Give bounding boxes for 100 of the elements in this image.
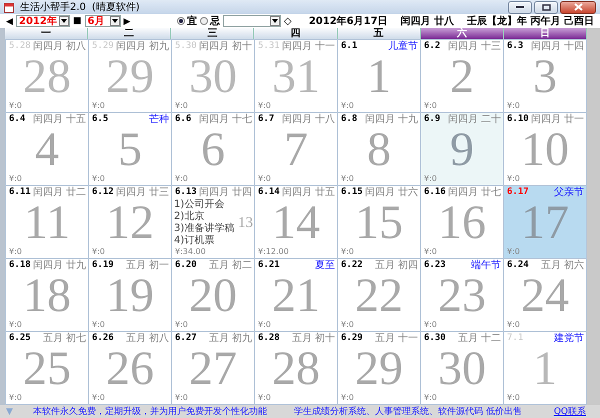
lunar-date: 闰四月 初九 bbox=[116, 41, 169, 52]
money-amount: ¥:0 bbox=[8, 393, 23, 404]
day-number: 17 bbox=[521, 201, 569, 245]
money-amount: ¥:0 bbox=[8, 320, 23, 331]
date-label: 6.15 bbox=[341, 187, 363, 197]
ganzhi-date: 壬辰【龙】年 丙午月 己酉日 bbox=[467, 14, 594, 28]
day-number: 29 bbox=[355, 347, 403, 391]
money-amount: ¥:0 bbox=[91, 393, 106, 404]
day-number: 13 bbox=[238, 215, 253, 231]
lunar-date: 闰四月 初八 bbox=[32, 41, 86, 52]
money-amount: ¥:12.00 bbox=[257, 247, 290, 258]
money-amount: ¥:0 bbox=[340, 247, 355, 258]
memo-text: 2)北京 bbox=[174, 211, 206, 222]
money-amount: ¥:0 bbox=[423, 393, 438, 404]
festival-label: 端午节 bbox=[471, 260, 501, 271]
lunar-date: 五月 初二 bbox=[208, 260, 252, 271]
date-label: 6.12 bbox=[92, 187, 114, 197]
lunar-date: 闰四月 廿七 bbox=[448, 187, 501, 198]
lunar-date: 五月 初一 bbox=[126, 260, 169, 271]
date-label: 6.21 bbox=[258, 260, 280, 270]
date-label: 6.16 bbox=[424, 187, 446, 197]
day-number: 31 bbox=[272, 55, 320, 99]
lunar-date: 五月 初八 bbox=[126, 333, 169, 344]
lunar-date: 五月 初七 bbox=[42, 333, 86, 344]
day-number: 1 bbox=[367, 55, 391, 99]
day-number: 24 bbox=[521, 274, 569, 318]
money-amount: ¥:0 bbox=[257, 320, 272, 331]
day-number: 28 bbox=[272, 347, 320, 391]
day-number: 8 bbox=[367, 128, 391, 172]
day-number: 26 bbox=[106, 347, 154, 391]
day-number: 3 bbox=[533, 55, 557, 99]
date-label: 6.20 bbox=[175, 260, 197, 270]
money-amount: ¥:0 bbox=[423, 101, 438, 112]
day-number: 30 bbox=[189, 55, 237, 99]
festival-label: 父亲节 bbox=[554, 187, 584, 198]
date-label: 6.26 bbox=[92, 333, 114, 343]
lunar-date: 五月 初九 bbox=[208, 333, 252, 344]
lunar-date: 五月 初四 bbox=[374, 260, 418, 271]
lunar-date: 闰四月 初十 bbox=[198, 41, 252, 52]
weekday-header: 五 bbox=[338, 28, 421, 39]
lunar-date: 闰四月 十四 bbox=[530, 41, 584, 52]
day-number: 25 bbox=[23, 347, 71, 391]
money-amount: ¥:0 bbox=[506, 393, 521, 404]
money-amount: ¥:0 bbox=[174, 101, 189, 112]
day-number: 20 bbox=[189, 274, 237, 318]
lunar-date: 五月 十二 bbox=[458, 333, 501, 344]
date-label: 6.3 bbox=[507, 41, 524, 51]
day-number: 4 bbox=[35, 128, 59, 172]
date-label: 6.25 bbox=[9, 333, 31, 343]
window-title: 生活小帮手2.0 bbox=[20, 0, 86, 14]
day-number: 22 bbox=[355, 274, 403, 318]
money-amount: ¥:0 bbox=[8, 174, 23, 185]
ad-text: 学生成绩分析系统、人事管理系统、软件源代码 低价出售 bbox=[294, 406, 522, 418]
lunar-date: 闰四月 廿五 bbox=[282, 187, 335, 198]
lunar-date: 闰四月 十九 bbox=[364, 114, 418, 125]
day-number: 19 bbox=[106, 274, 154, 318]
day-number: 23 bbox=[438, 274, 486, 318]
money-amount: ¥:0 bbox=[8, 247, 23, 258]
date-label: 6.6 bbox=[175, 114, 192, 124]
money-amount: ¥:0 bbox=[174, 320, 189, 331]
weekday-header: 六 bbox=[420, 28, 504, 39]
date-label: 6.30 bbox=[424, 333, 446, 343]
lunar-date: 五月 十一 bbox=[374, 333, 418, 344]
memo-text: 3)准备讲学稿 bbox=[174, 223, 234, 234]
window-subtitle: (晴夏软件) bbox=[92, 0, 140, 14]
day-number: 9 bbox=[450, 128, 474, 172]
money-amount: ¥:0 bbox=[340, 393, 355, 404]
date-label: 6.10 bbox=[507, 114, 529, 124]
day-number: 29 bbox=[106, 55, 154, 99]
money-amount: ¥:0 bbox=[506, 101, 521, 112]
festival-label: 芒种 bbox=[149, 114, 169, 125]
festival-label: 夏至 bbox=[315, 260, 335, 271]
date-label: 6.23 bbox=[424, 260, 446, 270]
festival-label: 儿童节 bbox=[388, 41, 418, 52]
lunar-date: 闰四月 廿一 bbox=[530, 114, 584, 125]
lunar-date: 闰四月 廿四 bbox=[198, 187, 252, 198]
day-number: 7 bbox=[284, 128, 308, 172]
date-label: 6.9 bbox=[424, 114, 440, 124]
money-amount: ¥:0 bbox=[257, 101, 272, 112]
date-label: 6.5 bbox=[92, 114, 108, 124]
money-amount: ¥:0 bbox=[257, 174, 272, 185]
date-label: 6.29 bbox=[341, 333, 363, 343]
day-number: 18 bbox=[23, 274, 71, 318]
lunar-date: 闰四月 廿六 bbox=[364, 187, 418, 198]
date-label: 6.8 bbox=[341, 114, 358, 124]
day-number: 2 bbox=[450, 55, 474, 99]
lunar-date: 五月 初十 bbox=[292, 333, 335, 344]
memo-text: 1)公司开会 bbox=[174, 199, 226, 210]
date-label: 6.22 bbox=[341, 260, 363, 270]
date-label: 6.19 bbox=[92, 260, 114, 270]
money-amount: ¥:0 bbox=[506, 320, 521, 331]
lunar-date: 闰四月 廿二 bbox=[32, 187, 86, 198]
money-amount: ¥:0 bbox=[423, 320, 438, 331]
date-label: 6.28 bbox=[258, 333, 280, 343]
money-amount: ¥:0 bbox=[257, 393, 272, 404]
weekday-header: 二 bbox=[88, 28, 172, 39]
weekday-header: 三 bbox=[171, 28, 254, 39]
notice-text: 本软件永久免费，定期升级，并为用户免费开发个性化功能 bbox=[32, 406, 267, 418]
date-label: 6.13 bbox=[175, 187, 197, 197]
lunar-date: 闰四月 十三 bbox=[448, 41, 501, 52]
